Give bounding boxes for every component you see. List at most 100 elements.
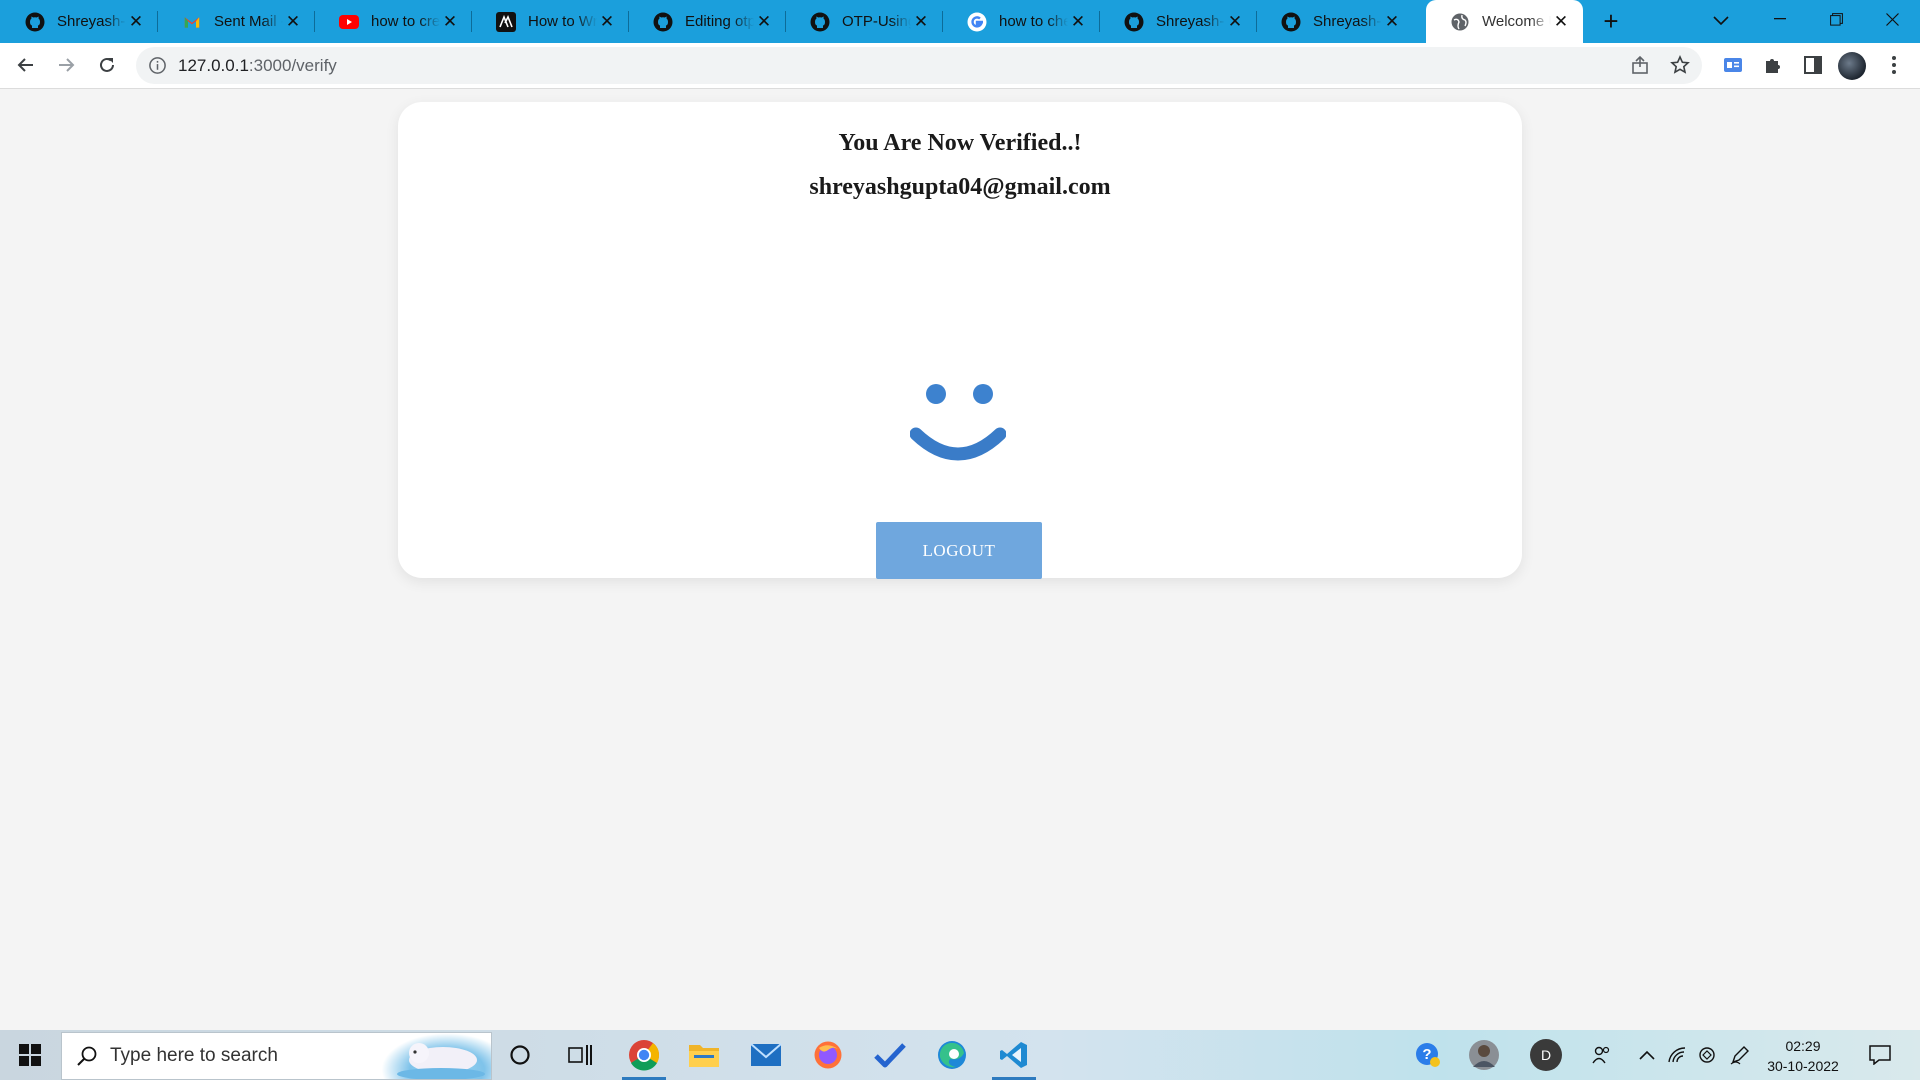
help-icon: ?	[1416, 1043, 1440, 1067]
sync-icon	[1699, 1047, 1715, 1063]
close-window-button[interactable]	[1864, 0, 1920, 38]
reload-button[interactable]	[91, 49, 123, 81]
close-tab-icon[interactable]: ✕	[1382, 12, 1402, 32]
github-icon	[25, 12, 45, 32]
pen-icon	[1730, 1046, 1749, 1065]
search-icon	[77, 1046, 97, 1066]
browser-tab[interactable]: Shreyash-1✕	[1, 0, 158, 43]
back-button[interactable]	[10, 49, 42, 81]
chevron-down-icon	[1713, 16, 1729, 26]
tab-title: Editing otp	[685, 13, 754, 30]
vscode-button[interactable]	[984, 1030, 1044, 1080]
notification-icon	[1869, 1045, 1891, 1065]
close-tab-icon[interactable]: ✕	[911, 12, 931, 32]
menu-button[interactable]	[1878, 49, 1910, 81]
browser-tab[interactable]: Editing otp ✕	[629, 0, 786, 43]
side-panel-button[interactable]	[1797, 49, 1829, 81]
address-bar[interactable]: 127.0.0.1:3000/verify	[136, 47, 1702, 84]
bookmark-button[interactable]	[1670, 55, 1690, 80]
close-tab-icon[interactable]: ✕	[440, 12, 460, 32]
browser-toolbar: 127.0.0.1:3000/verify	[0, 43, 1920, 89]
browser-tab[interactable]: Welcome U✕	[1426, 0, 1583, 43]
minimize-button[interactable]	[1752, 0, 1808, 38]
share-icon	[1632, 55, 1648, 74]
github-icon	[810, 12, 830, 32]
tab-title: Welcome U	[1482, 13, 1551, 30]
github-icon	[1124, 12, 1144, 32]
tab-title: OTP-Using	[842, 13, 911, 30]
system-clock[interactable]: 02:29 30-10-2022	[1760, 1036, 1846, 1076]
windows-logo-icon	[19, 1044, 41, 1066]
close-tab-icon[interactable]: ✕	[597, 12, 617, 32]
browser-tab[interactable]: OTP-Using ✕	[786, 0, 943, 43]
tab-title: Shreyash-1	[1156, 13, 1225, 30]
browser-tab[interactable]: how to crea✕	[315, 0, 472, 43]
show-hidden-icons-button[interactable]	[1634, 1030, 1660, 1080]
tab-title: How to Wri	[528, 13, 597, 30]
start-button[interactable]	[0, 1030, 60, 1080]
help-tray-button[interactable]: ?	[1410, 1030, 1446, 1080]
tab-search-button[interactable]	[1706, 6, 1736, 36]
todo-button[interactable]	[860, 1030, 920, 1080]
firefox-button[interactable]	[798, 1030, 858, 1080]
window-controls	[1752, 0, 1920, 43]
close-tab-icon[interactable]: ✕	[1225, 12, 1245, 32]
reader-icon	[1724, 58, 1742, 72]
share-button[interactable]	[1630, 55, 1650, 80]
edge-button[interactable]	[922, 1030, 982, 1080]
people-icon	[1592, 1046, 1610, 1064]
close-tab-icon[interactable]: ✕	[1068, 12, 1088, 32]
profile-avatar[interactable]	[1838, 52, 1866, 80]
gmail-icon	[182, 12, 202, 32]
google-icon	[967, 12, 987, 32]
search-placeholder: Type here to search	[110, 1045, 278, 1066]
mail-button[interactable]	[736, 1030, 796, 1080]
verification-card: You Are Now Verified..! shreyashgupta04@…	[398, 102, 1522, 579]
chrome-taskbar-button[interactable]	[614, 1030, 674, 1080]
account-badge[interactable]: D	[1526, 1030, 1566, 1080]
reading-mode-button[interactable]	[1717, 49, 1749, 81]
forward-button[interactable]	[50, 49, 82, 81]
github-icon	[653, 12, 673, 32]
close-tab-icon[interactable]: ✕	[126, 12, 146, 32]
close-tab-icon[interactable]: ✕	[1551, 12, 1571, 32]
file-explorer-button[interactable]	[674, 1030, 734, 1080]
onedrive-tray-button[interactable]	[1694, 1030, 1720, 1080]
pen-tray-button[interactable]	[1726, 1030, 1754, 1080]
network-tray-button[interactable]	[1664, 1030, 1690, 1080]
extensions-button[interactable]	[1757, 49, 1789, 81]
task-view-button[interactable]	[550, 1030, 610, 1080]
notifications-button[interactable]	[1862, 1030, 1898, 1080]
folder-icon	[689, 1045, 719, 1067]
edge-icon	[938, 1041, 966, 1069]
chevron-up-icon	[1639, 1050, 1655, 1060]
browser-tab[interactable]: Shreyash-1✕	[1100, 0, 1257, 43]
cortana-button[interactable]	[490, 1030, 550, 1080]
arrow-right-icon	[59, 58, 75, 72]
tab-title: Shreyash-1	[1313, 13, 1382, 30]
close-tab-icon[interactable]: ✕	[283, 12, 303, 32]
info-icon[interactable]	[148, 56, 167, 75]
clock-date: 30-10-2022	[1767, 1058, 1839, 1074]
taskbar-search[interactable]: Type here to search	[61, 1032, 492, 1080]
new-tab-button[interactable]: +	[1596, 6, 1626, 36]
logout-button[interactable]: LOGOUT	[876, 522, 1042, 579]
browser-tab[interactable]: Sent Mail - ✕	[158, 0, 315, 43]
article-icon	[496, 11, 516, 32]
puzzle-icon	[1766, 59, 1780, 73]
people-tray-button[interactable]	[1588, 1030, 1616, 1080]
chrome-icon	[629, 1040, 660, 1071]
browser-tab[interactable]: how to che ✕	[943, 0, 1100, 43]
arrow-left-icon	[17, 58, 33, 72]
url-text: 127.0.0.1:3000/verify	[178, 56, 337, 75]
cortana-icon	[510, 1045, 530, 1065]
user-photo-tray[interactable]	[1464, 1030, 1504, 1080]
user-photo-icon	[1469, 1040, 1499, 1070]
restore-button[interactable]	[1808, 0, 1864, 38]
wifi-icon	[1668, 1047, 1686, 1063]
browser-tab[interactable]: Shreyash-1✕	[1257, 0, 1414, 43]
tab-title: how to che	[999, 13, 1068, 30]
user-email: shreyashgupta04@gmail.com	[809, 174, 1111, 200]
close-tab-icon[interactable]: ✕	[754, 12, 774, 32]
browser-tab[interactable]: How to Wri ✕	[472, 0, 629, 43]
